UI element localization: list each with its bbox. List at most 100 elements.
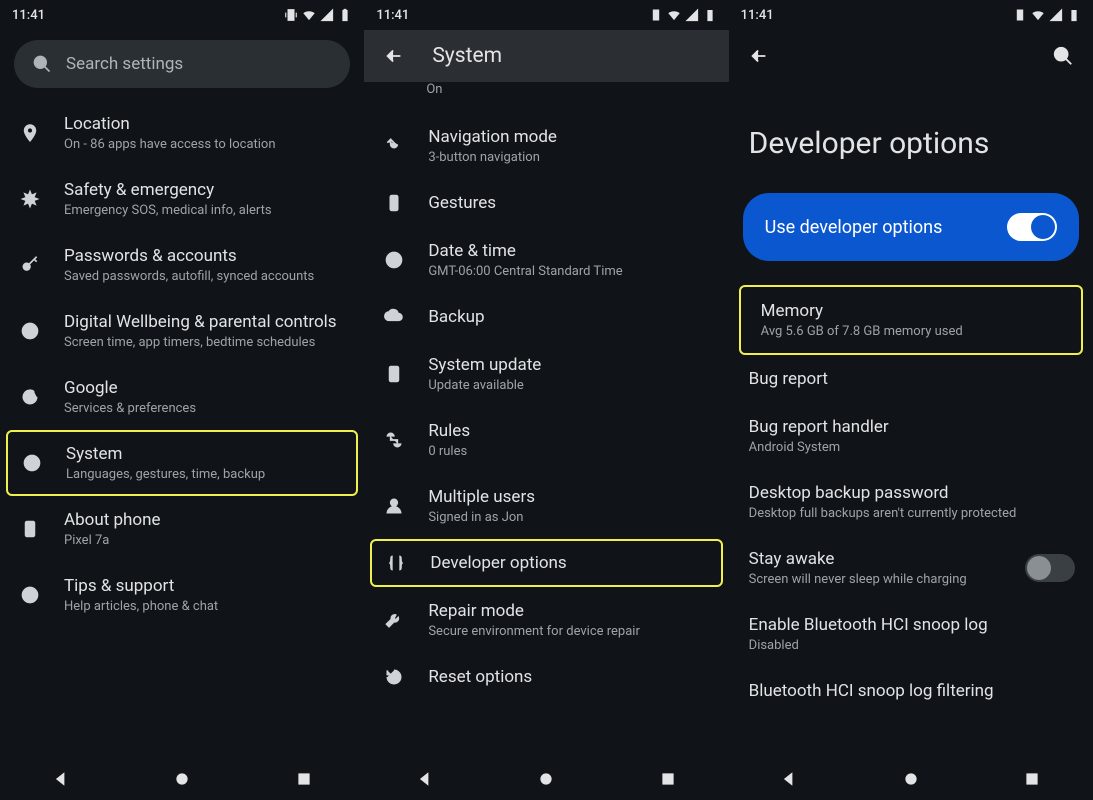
search-icon bbox=[32, 54, 52, 74]
system-list: Navigation mode 3-button navigation Gest… bbox=[364, 109, 728, 701]
system-item-system-update[interactable]: System update Update available bbox=[364, 341, 728, 407]
phone-system-settings: 11:41 System On Navigation mode 3-button… bbox=[364, 0, 728, 800]
status-bar: 11:41 bbox=[364, 0, 728, 30]
dev-item-memory[interactable]: Memory Avg 5.6 GB of 7.8 GB memory used bbox=[741, 287, 1081, 353]
wifi-icon bbox=[302, 8, 316, 22]
status-bar: 11:41 bbox=[0, 0, 364, 30]
status-bar: 11:41 bbox=[729, 0, 1093, 30]
settings-item-passwords[interactable]: Passwords & accounts Saved passwords, au… bbox=[0, 232, 364, 298]
help-icon bbox=[18, 585, 42, 605]
swipe-icon bbox=[382, 136, 406, 156]
dev-item-bt-hci-snoop-log[interactable]: Enable Bluetooth HCI snoop log Disabled bbox=[729, 601, 1093, 667]
backup-icon bbox=[382, 307, 406, 327]
status-icons bbox=[1013, 8, 1081, 22]
page-title: Developer options bbox=[729, 82, 1093, 187]
nav-bar bbox=[729, 758, 1093, 800]
system-item-repair-mode[interactable]: Repair mode Secure environment for devic… bbox=[364, 587, 728, 653]
system-item-multiple-users[interactable]: Multiple users Signed in as Jon bbox=[364, 473, 728, 539]
battery-icon bbox=[1067, 8, 1081, 22]
rules-icon bbox=[382, 430, 406, 450]
nav-back-icon[interactable] bbox=[416, 770, 434, 788]
system-item-backup[interactable]: Backup bbox=[364, 293, 728, 341]
nav-home-icon[interactable] bbox=[537, 770, 555, 788]
nav-back-icon[interactable] bbox=[780, 770, 798, 788]
toggle-label: Use developer options bbox=[765, 217, 943, 238]
settings-list: Location On - 86 apps have access to loc… bbox=[0, 96, 364, 628]
dev-item-stay-awake[interactable]: Stay awake Screen will never sleep while… bbox=[729, 535, 1093, 601]
system-item-date-time[interactable]: Date & time GMT-06:00 Central Standard T… bbox=[364, 227, 728, 293]
vibrate-icon bbox=[1013, 8, 1027, 22]
search-settings-input[interactable]: Search settings bbox=[14, 40, 350, 88]
signal-icon bbox=[1049, 8, 1063, 22]
use-developer-options-toggle[interactable]: Use developer options bbox=[743, 193, 1079, 261]
signal-icon bbox=[685, 8, 699, 22]
gestures-icon bbox=[382, 193, 406, 213]
search-placeholder: Search settings bbox=[66, 54, 183, 74]
wifi-icon bbox=[667, 8, 681, 22]
dev-item-bug-report[interactable]: Bug report bbox=[729, 355, 1093, 403]
back-button[interactable] bbox=[374, 36, 414, 76]
search-button[interactable] bbox=[1043, 36, 1083, 76]
location-icon bbox=[18, 123, 42, 143]
key-icon bbox=[18, 255, 42, 275]
clock-icon bbox=[382, 250, 406, 270]
item-sub: On - 86 apps have access to location bbox=[64, 137, 276, 152]
status-time: 11:41 bbox=[12, 8, 45, 23]
battery-icon bbox=[338, 8, 352, 22]
status-icons bbox=[284, 8, 352, 22]
settings-item-system[interactable]: System Languages, gestures, time, backup bbox=[8, 432, 356, 494]
app-bar: System bbox=[364, 30, 728, 82]
nav-home-icon[interactable] bbox=[902, 770, 920, 788]
nav-bar bbox=[0, 758, 364, 800]
vibrate-icon bbox=[284, 8, 298, 22]
status-time: 11:41 bbox=[741, 8, 774, 23]
switch-off-icon[interactable] bbox=[1025, 554, 1075, 582]
nav-back-icon[interactable] bbox=[52, 770, 70, 788]
status-time: 11:41 bbox=[376, 8, 409, 23]
wellbeing-icon bbox=[18, 321, 42, 341]
nav-recent-icon[interactable] bbox=[1023, 770, 1041, 788]
partial-item-sub: On bbox=[364, 82, 728, 109]
wifi-icon bbox=[1031, 8, 1045, 22]
settings-item-tips[interactable]: Tips & support Help articles, phone & ch… bbox=[0, 562, 364, 628]
system-item-developer-highlight: Developer options bbox=[370, 539, 722, 587]
settings-item-location[interactable]: Location On - 86 apps have access to loc… bbox=[0, 100, 364, 166]
system-item-reset-options[interactable]: Reset options bbox=[364, 653, 728, 701]
app-bar bbox=[729, 30, 1093, 82]
dev-item-bt-hci-snoop-filtering[interactable]: Bluetooth HCI snoop log filtering bbox=[729, 667, 1093, 715]
phone-developer-options: 11:41 Developer options Use developer op… bbox=[729, 0, 1093, 800]
settings-item-google[interactable]: Google Services & preferences bbox=[0, 364, 364, 430]
dev-item-bug-report-handler[interactable]: Bug report handler Android System bbox=[729, 403, 1093, 469]
phone-settings-root: 11:41 Search settings Location O bbox=[0, 0, 364, 800]
settings-item-wellbeing[interactable]: Digital Wellbeing & parental controls Sc… bbox=[0, 298, 364, 364]
reset-icon bbox=[382, 667, 406, 687]
phone-icon bbox=[18, 519, 42, 539]
settings-item-about-phone[interactable]: About phone Pixel 7a bbox=[0, 496, 364, 562]
appbar-title: System bbox=[432, 44, 502, 68]
wrench-icon bbox=[382, 610, 406, 630]
user-icon bbox=[382, 496, 406, 516]
vibrate-icon bbox=[649, 8, 663, 22]
item-title: Location bbox=[64, 114, 276, 134]
status-icons bbox=[649, 8, 717, 22]
back-button[interactable] bbox=[739, 36, 779, 76]
nav-recent-icon[interactable] bbox=[295, 770, 313, 788]
dev-item-desktop-backup-password[interactable]: Desktop backup password Desktop full bac… bbox=[729, 469, 1093, 535]
battery-icon bbox=[703, 8, 717, 22]
nav-home-icon[interactable] bbox=[173, 770, 191, 788]
nav-recent-icon[interactable] bbox=[659, 770, 677, 788]
google-icon bbox=[18, 387, 42, 407]
braces-icon bbox=[384, 553, 408, 573]
update-icon bbox=[382, 364, 406, 384]
emergency-icon bbox=[18, 189, 42, 209]
dev-item-memory-highlight: Memory Avg 5.6 GB of 7.8 GB memory used bbox=[739, 285, 1083, 355]
info-icon bbox=[20, 453, 44, 473]
nav-bar bbox=[364, 758, 728, 800]
signal-icon bbox=[320, 8, 334, 22]
system-item-navigation-mode[interactable]: Navigation mode 3-button navigation bbox=[364, 113, 728, 179]
settings-item-safety[interactable]: Safety & emergency Emergency SOS, medica… bbox=[0, 166, 364, 232]
system-item-gestures[interactable]: Gestures bbox=[364, 179, 728, 227]
system-item-developer-options[interactable]: Developer options bbox=[372, 541, 720, 585]
settings-item-system-highlight: System Languages, gestures, time, backup bbox=[6, 430, 358, 496]
system-item-rules[interactable]: Rules 0 rules bbox=[364, 407, 728, 473]
